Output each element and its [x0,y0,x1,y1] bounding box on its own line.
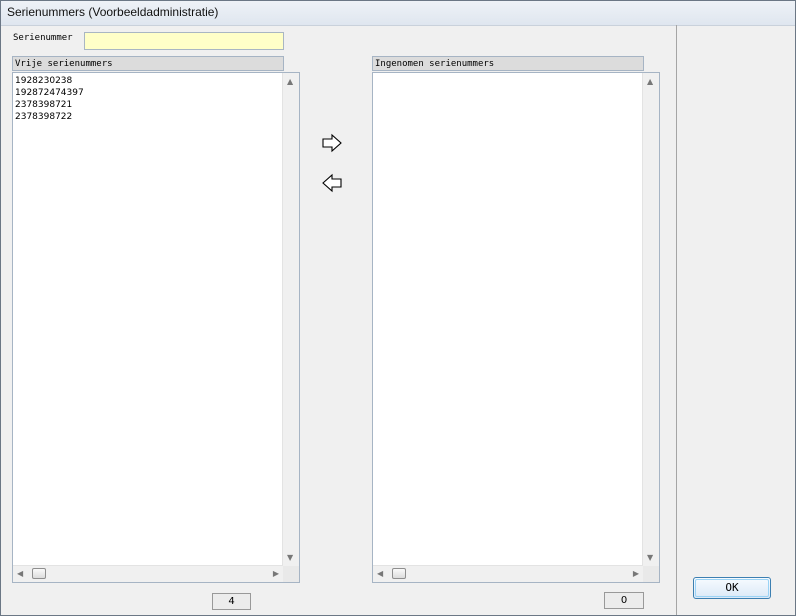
scroll-right-icon[interactable]: ▶ [633,569,639,579]
list-item[interactable]: 2378398721 [15,99,281,111]
vertical-scrollbar[interactable]: ▲ ▼ [642,73,659,566]
vrije-serienummers-header: Vrije serienummers [12,56,284,71]
title-bar: Serienummers (Voorbeeldadministratie) [1,1,795,26]
scroll-thumb[interactable] [392,568,406,579]
arrow-left-icon [322,173,342,193]
dialog-window: Serienummers (Voorbeeldadministratie) Se… [0,0,796,616]
ok-button-label: OK [725,581,739,594]
ingenomen-serienummers-header: Ingenomen serienummers [372,56,644,71]
scroll-up-icon[interactable]: ▲ [287,77,293,87]
move-left-button[interactable] [319,173,345,193]
vrije-serienummers-list[interactable]: 1928230238 192872474397 2378398721 23783… [12,72,300,583]
scroll-up-icon[interactable]: ▲ [647,77,653,87]
ingenomen-serienummers-items [375,75,641,564]
horizontal-scrollbar[interactable]: ◀ ▶ [373,565,643,582]
ingenomen-count: 0 [604,592,644,609]
scroll-corner [283,566,299,582]
scroll-corner [643,566,659,582]
vrije-count: 4 [212,593,251,610]
scroll-down-icon[interactable]: ▼ [647,553,653,563]
move-right-button[interactable] [319,133,345,153]
scroll-down-icon[interactable]: ▼ [287,553,293,563]
arrow-right-icon [322,133,342,153]
window-title: Serienummers (Voorbeeldadministratie) [7,5,219,19]
serienummer-input[interactable] [84,32,284,50]
panel-divider [676,25,677,615]
list-item[interactable]: 2378398722 [15,111,281,123]
horizontal-scrollbar[interactable]: ◀ ▶ [13,565,283,582]
scroll-thumb[interactable] [32,568,46,579]
serienummer-label: Serienummer [13,33,73,43]
vertical-scrollbar[interactable]: ▲ ▼ [282,73,299,566]
scroll-left-icon[interactable]: ◀ [377,569,383,579]
scroll-left-icon[interactable]: ◀ [17,569,23,579]
list-item[interactable]: 1928230238 [15,75,281,87]
ok-button[interactable]: OK [693,577,771,599]
scroll-right-icon[interactable]: ▶ [273,569,279,579]
vrije-serienummers-items: 1928230238 192872474397 2378398721 23783… [15,75,281,564]
list-item[interactable]: 192872474397 [15,87,281,99]
ingenomen-serienummers-list[interactable]: ▲ ▼ ◀ ▶ [372,72,660,583]
